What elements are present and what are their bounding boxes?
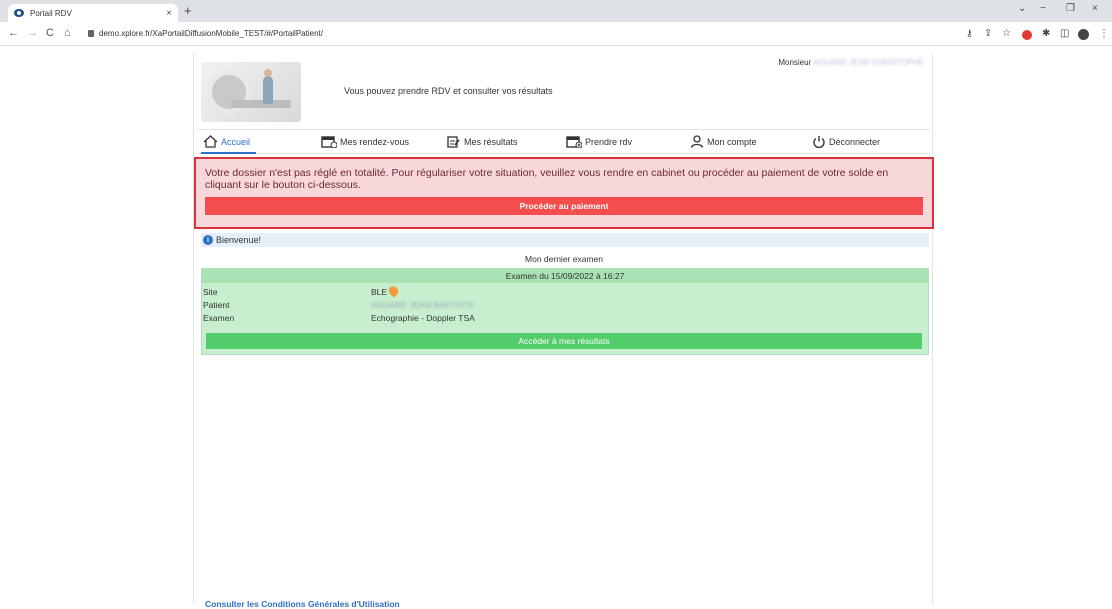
home-browser-icon[interactable]: ⌂ bbox=[64, 27, 71, 39]
portal-page: Vous pouvez prendre RDV et consulter vos… bbox=[193, 53, 934, 609]
tab-search-icon[interactable]: ⌄ bbox=[1018, 3, 1026, 14]
greeting-prefix: Monsieur bbox=[778, 58, 812, 67]
clipboard-icon bbox=[447, 136, 460, 148]
menu-item-mes-resultats[interactable]: Mes résultats bbox=[446, 135, 518, 148]
back-icon[interactable]: ← bbox=[8, 27, 19, 39]
pay-button[interactable]: Procéder au paiement bbox=[205, 197, 923, 215]
patient-greeting: Monsieur AGUARE JEAN CHRISTOPHE bbox=[778, 58, 924, 67]
intro-text: Vous pouvez prendre RDV et consulter vos… bbox=[344, 86, 553, 96]
bookmark-star-icon[interactable]: ☆ bbox=[1002, 28, 1011, 39]
calendar-add-icon bbox=[566, 136, 582, 148]
tab-title: Portail RDV bbox=[30, 8, 72, 18]
map-pin-icon[interactable] bbox=[386, 284, 401, 298]
lock-icon bbox=[88, 30, 94, 37]
exam-row-patient: Patient AGUARE JEAN BAPTISTE bbox=[203, 300, 475, 310]
welcome-text: Bienvenue! bbox=[216, 235, 262, 245]
patient-value: AGUARE JEAN BAPTISTE bbox=[371, 300, 475, 310]
menu-item-accueil[interactable]: Accueil bbox=[200, 135, 257, 154]
key-icon[interactable]: ⚷ bbox=[966, 28, 973, 39]
cgu-link[interactable]: Consulter les Conditions Générales d'Uti… bbox=[205, 599, 400, 609]
url-text: demo.xplore.fr/XaPortailDiffusionMobile_… bbox=[99, 29, 323, 38]
access-results-button[interactable]: Accéder à mes résultats bbox=[206, 333, 922, 349]
alert-message: Votre dossier n'est pas réglé en totalit… bbox=[205, 167, 889, 191]
payment-alert: Votre dossier n'est pas réglé en totalit… bbox=[194, 157, 934, 229]
menu-item-prendre-rdv[interactable]: Prendre rdv bbox=[566, 135, 632, 148]
mri-scanner-image bbox=[201, 62, 301, 122]
profile-avatar[interactable] bbox=[1078, 29, 1089, 40]
power-icon bbox=[813, 136, 825, 148]
exam-row-examen: Examen Echographie - Doppler TSA bbox=[203, 313, 475, 323]
exam-header: Examen du 15/09/2022 à 16:27 bbox=[202, 269, 928, 283]
minimize-button[interactable]: − bbox=[1040, 3, 1046, 14]
restore-button[interactable]: ❐ bbox=[1066, 3, 1075, 14]
close-window-button[interactable]: × bbox=[1092, 3, 1098, 14]
new-tab-button[interactable]: + bbox=[184, 3, 192, 18]
menu-kebab-icon[interactable]: ⋮ bbox=[1099, 28, 1109, 39]
site-favicon-icon bbox=[14, 9, 24, 17]
exam-value: Echographie - Doppler TSA bbox=[371, 313, 475, 323]
last-exam-title: Mon dernier examen bbox=[525, 254, 603, 264]
puzzle-icon[interactable]: ✱ bbox=[1042, 28, 1050, 39]
reload-icon[interactable]: C bbox=[46, 27, 54, 39]
exam-row-site: Site BLE bbox=[202, 284, 928, 298]
tab-close-icon[interactable]: × bbox=[166, 8, 172, 19]
browser-tab-bar: Portail RDV × + ⌄ − ❐ × bbox=[0, 0, 1112, 22]
site-value: BLE bbox=[371, 287, 388, 297]
user-icon bbox=[690, 135, 704, 148]
exam-card: Examen du 15/09/2022 à 16:27 Site BLE Pa… bbox=[201, 268, 929, 355]
main-menu: Accueil Mes rendez-vous Mes résultats Pr… bbox=[198, 129, 930, 154]
extension-icon[interactable] bbox=[1022, 30, 1032, 40]
greeting-name: AGUARE JEAN CHRISTOPHE bbox=[813, 58, 924, 67]
info-icon: i bbox=[203, 235, 213, 245]
address-bar: ← → C ⌂ demo.xplore.fr/XaPortailDiffusio… bbox=[0, 22, 1112, 46]
sidebar-icon[interactable]: ◫ bbox=[1060, 28, 1069, 39]
browser-tab[interactable]: Portail RDV × bbox=[8, 4, 178, 22]
welcome-banner: i Bienvenue! bbox=[201, 233, 929, 247]
menu-item-mon-compte[interactable]: Mon compte bbox=[690, 135, 757, 148]
menu-item-mes-rendez-vous[interactable]: Mes rendez-vous bbox=[321, 135, 409, 148]
share-icon[interactable]: ⇪ bbox=[984, 28, 992, 39]
url-field[interactable]: demo.xplore.fr/XaPortailDiffusionMobile_… bbox=[88, 29, 323, 38]
menu-item-deconnecter[interactable]: Déconnecter bbox=[812, 135, 880, 148]
calendar-icon bbox=[321, 136, 337, 148]
home-icon bbox=[203, 135, 218, 148]
forward-icon[interactable]: → bbox=[27, 27, 38, 39]
